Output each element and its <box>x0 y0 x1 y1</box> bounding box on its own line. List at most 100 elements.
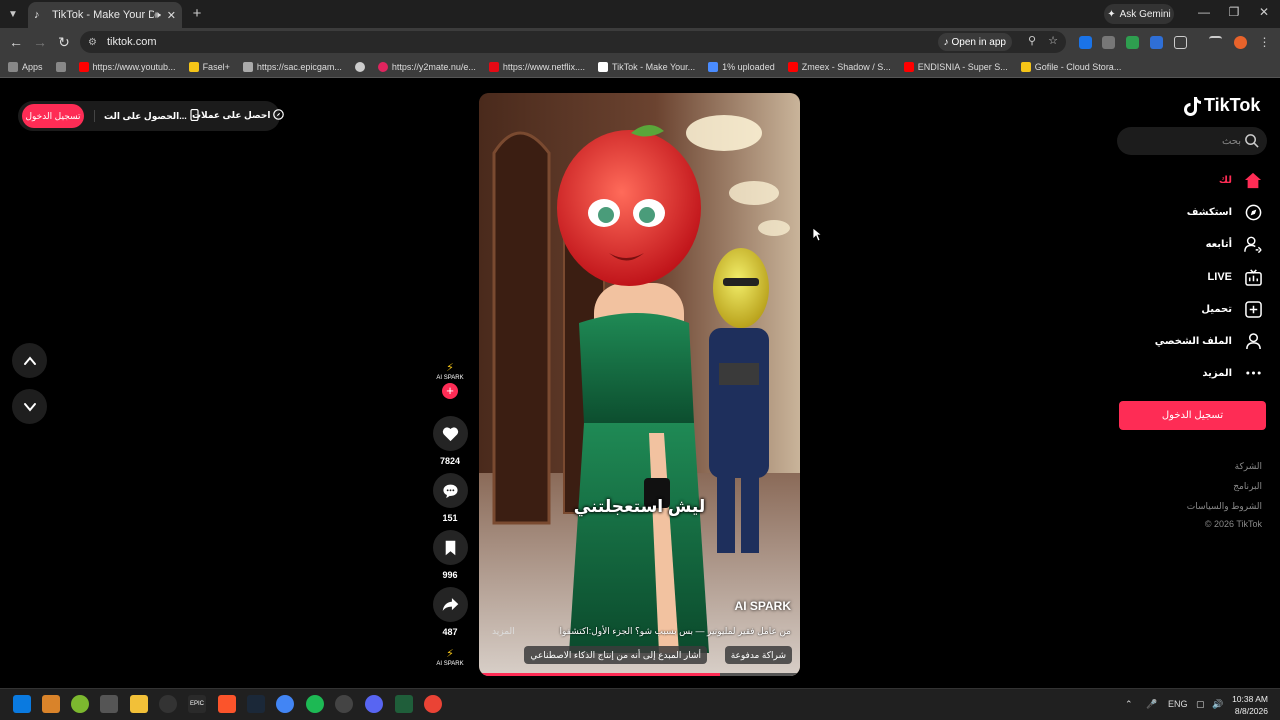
ai-generated-tag[interactable]: أشار المبدع إلى أنه من إنتاج الذكاء الاص… <box>524 646 707 664</box>
comment-button[interactable]: 151 <box>430 473 470 523</box>
close-window-icon[interactable]: ✕ <box>1254 5 1274 19</box>
display-icon[interactable]: ▢ <box>1196 699 1205 710</box>
app-gear-icon[interactable] <box>335 695 353 713</box>
login-button-small[interactable]: تسجيل الدخول <box>22 104 84 128</box>
site-info-icon[interactable]: ⚙ <box>88 37 97 48</box>
bookmark-item[interactable]: https://www.youtub... <box>78 61 176 72</box>
bookmark-item[interactable]: TikTok - Make Your... <box>597 61 695 72</box>
save-button[interactable]: 996 <box>430 530 470 580</box>
bookmark-item[interactable]: ENDISNIA - Super S... <box>903 61 1008 72</box>
footer-link-terms[interactable]: الشروط والسياسات <box>1187 501 1262 512</box>
bookmark-star-icon[interactable]: ☆ <box>1048 34 1058 47</box>
nav-live[interactable]: LIVE <box>1208 265 1262 289</box>
search-input[interactable] <box>1127 132 1241 150</box>
paid-partnership-tag[interactable]: شراكة مدفوعة <box>724 646 792 664</box>
ask-gemini-label: Ask Gemini <box>1119 8 1171 20</box>
restore-icon[interactable]: ❐ <box>1224 5 1244 19</box>
bookmark-item[interactable]: Zmeex - Shadow / S... <box>787 61 891 72</box>
back-icon[interactable]: ← <box>8 34 24 50</box>
tab-title: TikTok - Make Your Day <box>52 9 155 21</box>
extension-4-icon[interactable] <box>1150 36 1163 49</box>
creator-avatar[interactable]: ⚡ AI SPARK + <box>430 359 470 399</box>
fasel-icon <box>188 61 199 72</box>
extensions-puzzle-icon[interactable] <box>1174 36 1187 49</box>
taskbar-clock[interactable]: 10:38 AM 8/8/2026 <box>1232 693 1268 717</box>
tiktok-logo[interactable]: TikTok <box>1184 95 1260 116</box>
share-button[interactable]: 487 <box>430 587 470 637</box>
nav-upload[interactable]: تحميل <box>1201 297 1262 321</box>
like-button[interactable]: 7824 <box>430 416 470 466</box>
tab-search-button[interactable]: ▼ <box>0 0 26 28</box>
caption-more-link[interactable]: المزيد <box>492 626 515 637</box>
volume-icon[interactable]: 🔊 <box>1212 699 1223 710</box>
file-explorer-icon[interactable] <box>130 695 148 713</box>
login-button[interactable]: تسجيل الدخول <box>1119 401 1266 430</box>
discord-icon[interactable] <box>365 695 383 713</box>
video-progress-bar[interactable] <box>479 673 800 676</box>
get-coins-button[interactable]: احصل على عملات <box>192 109 285 122</box>
gemini-sparkle-icon: ✦ <box>1107 8 1116 20</box>
language-indicator[interactable]: ENG <box>1168 699 1188 709</box>
forward-icon[interactable]: → <box>32 34 48 50</box>
windows-start-icon[interactable] <box>13 695 31 713</box>
address-bar[interactable]: ⚙ tiktok.com ♪ Open in app ⚲ ☆ <box>80 31 1066 53</box>
bookmark-item[interactable]: https://www.netflix.... <box>488 61 585 72</box>
footer-link-program[interactable]: البرنامج <box>1233 481 1262 492</box>
follow-plus-icon[interactable]: + <box>442 383 458 399</box>
bookmark-item[interactable]: Gofile - Cloud Stora... <box>1020 61 1121 72</box>
nav-following[interactable]: أتابعه <box>1206 232 1262 256</box>
app-runner-icon[interactable] <box>395 695 413 713</box>
bookmark-item[interactable]: 1% uploaded <box>708 61 775 72</box>
previous-video-button[interactable] <box>12 343 47 378</box>
microphone-icon[interactable]: 🎤 <box>1146 699 1157 710</box>
live-icon <box>1244 268 1262 286</box>
nav-label: تحميل <box>1201 303 1232 315</box>
brave-icon[interactable] <box>218 695 236 713</box>
reload-icon[interactable]: ↻ <box>56 34 72 50</box>
spotify-icon[interactable] <box>306 695 324 713</box>
extension-1-icon[interactable] <box>1079 36 1092 49</box>
footer-link-company[interactable]: الشركة <box>1235 461 1262 472</box>
bookmark-item[interactable]: Apps <box>8 61 43 72</box>
epic-games-icon[interactable]: EPIC <box>188 695 206 713</box>
ask-gemini-button[interactable]: ✦ Ask Gemini <box>1104 4 1174 24</box>
open-in-app-button[interactable]: ♪ Open in app <box>937 33 1012 51</box>
video-player[interactable]: ليش استعجلتني AI SPARK من عامل فقير لملي… <box>479 93 800 676</box>
shield-extension-icon[interactable] <box>1126 36 1139 49</box>
sound-disc-button[interactable]: ⚡ AI SPARK <box>430 645 470 675</box>
tiktok-note-icon <box>1184 96 1201 116</box>
bookmark-item[interactable]: https://y2mate.nu/e... <box>377 61 476 72</box>
nav-profile[interactable]: الملف الشخصي <box>1155 329 1262 353</box>
tab-tiktok[interactable]: ♪ TikTok - Make Your Day 🕪 ✕ <box>28 2 182 28</box>
app-ball-icon[interactable] <box>71 695 89 713</box>
bookmark-label: ENDISNIA - Super S... <box>917 61 1008 72</box>
app-figure-icon[interactable] <box>100 695 118 713</box>
extension-2-icon[interactable] <box>1102 36 1115 49</box>
new-tab-button[interactable]: + <box>188 5 206 23</box>
get-app-button[interactable]: الحصول على الت... <box>104 108 199 123</box>
bookmark-item[interactable] <box>354 61 365 72</box>
nav-more[interactable]: المزيد <box>1202 361 1262 385</box>
chrome-active-icon[interactable] <box>424 695 442 713</box>
search-icon[interactable] <box>1244 133 1259 148</box>
nav-explore[interactable]: استكشف <box>1187 200 1262 224</box>
widgets-icon[interactable] <box>42 695 60 713</box>
next-video-button[interactable] <box>12 389 47 424</box>
minimize-icon[interactable]: — <box>1194 5 1214 19</box>
bookmark-item[interactable]: Fasel+ <box>188 61 230 72</box>
close-tab-icon[interactable]: ✕ <box>167 9 176 22</box>
nav-for-you[interactable]: لك <box>1219 168 1262 192</box>
profile-avatar-icon[interactable] <box>1234 36 1247 49</box>
bookmark-item[interactable] <box>55 61 66 72</box>
chevron-up-icon <box>23 355 36 365</box>
search-box[interactable] <box>1117 127 1267 155</box>
chrome-icon[interactable] <box>276 695 294 713</box>
chrome-menu-icon[interactable]: ⋮ <box>1258 36 1271 49</box>
media-control-icon[interactable] <box>1209 36 1222 49</box>
clock-app-icon[interactable] <box>159 695 177 713</box>
speaker-icon[interactable]: 🕪 <box>154 10 160 21</box>
zoom-icon[interactable]: ⚲ <box>1028 34 1036 47</box>
steam-icon[interactable] <box>247 695 265 713</box>
tray-chevron-icon[interactable]: ⌃ <box>1125 699 1133 710</box>
bookmark-item[interactable]: https://sac.epicgam... <box>242 61 342 72</box>
